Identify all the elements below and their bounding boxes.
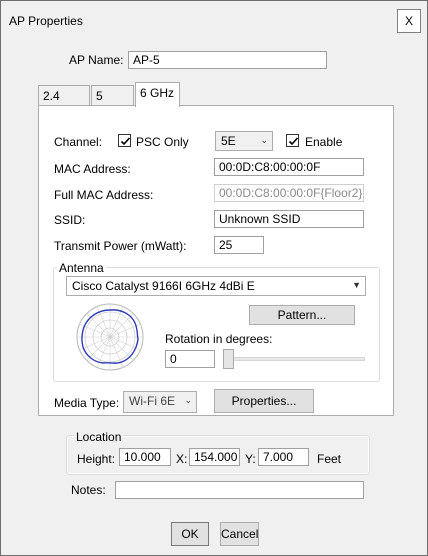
- antenna-select[interactable]: Cisco Catalyst 9166I 6GHz 4dBi E ▼: [66, 276, 366, 296]
- transmit-power-input[interactable]: 25: [214, 236, 264, 254]
- enable-checkbox[interactable]: [286, 134, 299, 147]
- ap-name-input[interactable]: AP-5: [128, 51, 327, 69]
- rotation-input[interactable]: 0: [165, 350, 215, 368]
- antenna-pattern-plot: [76, 303, 144, 371]
- pattern-button[interactable]: Pattern...: [249, 305, 355, 325]
- notes-label: Notes:: [71, 483, 106, 497]
- transmit-power-label: Transmit Power (mWatt):: [54, 239, 187, 253]
- channel-select[interactable]: 5E ⌄: [215, 131, 273, 151]
- channel-label: Channel:: [54, 135, 103, 149]
- antenna-select-value: Cisco Catalyst 9166I 6GHz 4dBi E: [72, 279, 255, 293]
- chevron-down-icon: ⌄: [260, 135, 268, 145]
- ap-name-label: AP Name:: [69, 53, 124, 67]
- chevron-down-icon: ⌄: [184, 395, 192, 405]
- rotation-label: Rotation in degrees:: [165, 332, 273, 346]
- window-title: AP Properties: [9, 14, 83, 28]
- notes-input[interactable]: [115, 481, 364, 499]
- y-input[interactable]: 7.000: [258, 448, 309, 466]
- psc-only-label: PSC Only: [136, 135, 189, 149]
- rotation-slider-track[interactable]: [223, 357, 365, 361]
- tab-5-ghz[interactable]: 5 GHz: [91, 85, 134, 123]
- enable-label: Enable: [305, 135, 343, 149]
- psc-only-checkbox[interactable]: [118, 134, 131, 147]
- media-type-label: Media Type:: [54, 396, 120, 410]
- height-label: Height:: [77, 452, 116, 466]
- ap-properties-dialog: AP Properties X AP Name: AP-5 2.4 GHz 5 …: [0, 0, 428, 556]
- unit-label: Feet: [317, 452, 342, 466]
- mac-address-label: MAC Address:: [54, 162, 131, 176]
- full-mac-address-input: 00:0D:C8:00:00:0F{Floor2}: [214, 184, 364, 202]
- tab-2-4-ghz[interactable]: 2.4 GHz: [38, 85, 90, 123]
- antenna-group-label: Antenna: [57, 261, 106, 275]
- cancel-button[interactable]: Cancel: [220, 522, 259, 546]
- ssid-label: SSID:: [54, 213, 86, 227]
- media-type-select[interactable]: Wi-Fi 6E ⌄: [123, 391, 197, 413]
- height-input[interactable]: 10.000: [119, 448, 171, 466]
- rotation-slider-thumb[interactable]: [223, 349, 234, 369]
- chevron-down-icon: ▼: [352, 280, 361, 290]
- close-button[interactable]: X: [397, 9, 421, 33]
- location-group-label: Location: [74, 430, 124, 444]
- ssid-input[interactable]: Unknown SSID: [214, 210, 364, 228]
- tab-6-ghz[interactable]: 6 GHz: [135, 82, 180, 107]
- media-type-select-value: Wi-Fi 6E: [129, 394, 175, 408]
- title-bar[interactable]: AP Properties X: [1, 1, 427, 41]
- tab-panel-6-ghz: Channel: PSC Only 5E ⌄ Enable MAC Addres…: [38, 105, 394, 416]
- media-properties-button[interactable]: Properties...: [214, 389, 314, 413]
- y-label: Y:: [245, 452, 256, 466]
- x-label: X:: [176, 452, 188, 466]
- channel-select-value: 5E: [221, 134, 236, 148]
- ok-button[interactable]: OK: [171, 522, 209, 546]
- x-input[interactable]: 154.000: [189, 448, 240, 466]
- full-mac-address-label: Full MAC Address:: [54, 188, 154, 202]
- mac-address-input[interactable]: 00:0D:C8:00:00:0F: [214, 158, 364, 176]
